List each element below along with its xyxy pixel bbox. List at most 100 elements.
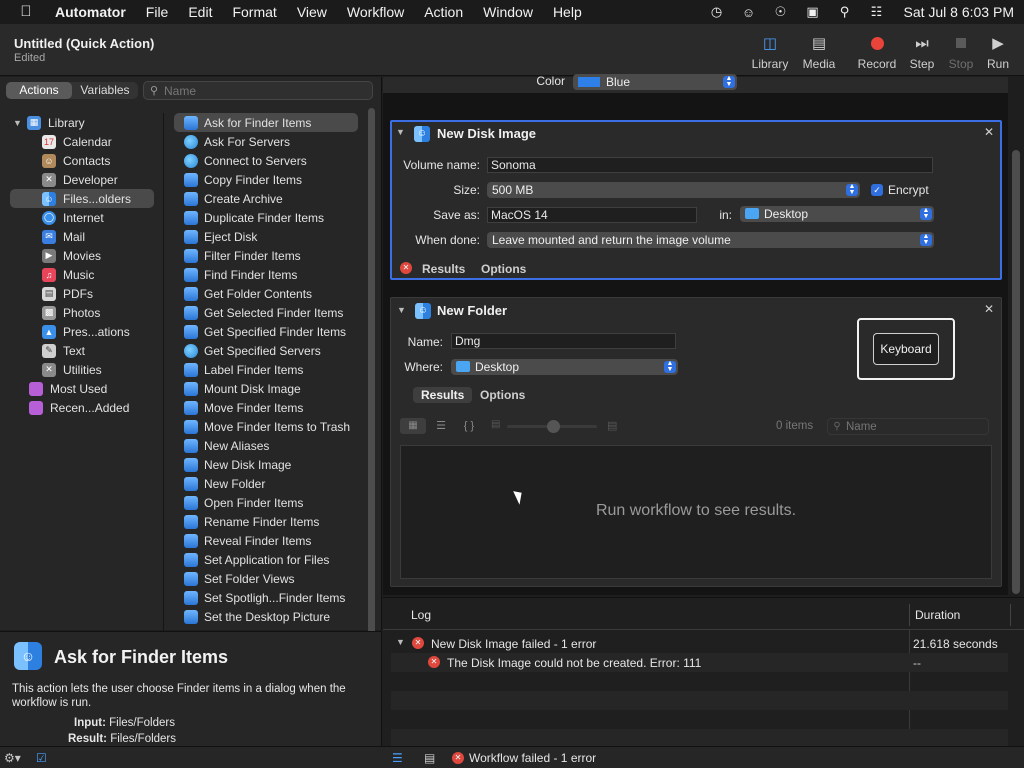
menu-format[interactable]: Format <box>222 0 286 24</box>
tree-item-internet[interactable]: ◯ Internet <box>0 208 162 227</box>
results-search-input[interactable] <box>846 420 981 433</box>
user-account-icon[interactable]: ☺ <box>739 3 757 21</box>
tree-item-contacts[interactable]: ☺ Contacts <box>0 151 162 170</box>
action-item[interactable]: Set Spotligh...Finder Items <box>174 588 358 607</box>
workflow-scrollbar[interactable] <box>1012 150 1020 594</box>
action-item[interactable]: Duplicate Finder Items <box>174 208 358 227</box>
accessibility-icon[interactable]: ☉ <box>771 3 789 21</box>
close-icon[interactable]: ✕ <box>984 125 994 139</box>
tree-item-library[interactable]: ▼ ▦ Library <box>0 113 162 132</box>
action-item[interactable]: Open Finder Items <box>174 493 358 512</box>
menu-help[interactable]: Help <box>543 0 592 24</box>
tree-item-recently-added[interactable]: Recen...Added <box>0 398 162 417</box>
library-search[interactable]: ⚲ <box>143 81 373 100</box>
folder-name-field[interactable]: Dmg <box>451 333 676 349</box>
library-search-input[interactable] <box>164 83 364 98</box>
tab-actions[interactable]: Actions <box>6 82 72 99</box>
column-divider[interactable] <box>1010 604 1011 626</box>
time-machine-icon[interactable]: ◷ <box>707 3 725 21</box>
spotlight-search-icon[interactable]: ⚲ <box>835 3 853 21</box>
action-item[interactable]: Set Application for Files <box>174 550 358 569</box>
disk-options-tab[interactable]: Options <box>481 262 526 276</box>
action-item[interactable]: New Folder <box>174 474 358 493</box>
tree-item-mail[interactable]: ✉ Mail <box>0 227 162 246</box>
folder-options-tab[interactable]: Options <box>480 388 525 402</box>
split-view-icon[interactable]: ▤ <box>424 751 435 765</box>
action-item[interactable]: Connect to Servers <box>174 151 358 170</box>
media-button[interactable]: ▤ Media <box>791 32 847 72</box>
action-item[interactable]: Get Selected Finder Items <box>174 303 358 322</box>
chevron-down-icon[interactable]: ▼ <box>397 305 406 315</box>
slider-thumb[interactable] <box>547 420 560 433</box>
action-item[interactable]: Reveal Finder Items <box>174 531 358 550</box>
size-popup[interactable]: 500 MB ▲ ▼ <box>487 182 860 198</box>
control-center-icon[interactable]: ☷ <box>867 3 885 21</box>
tree-item-developer[interactable]: ✕ Developer <box>0 170 162 189</box>
menu-app[interactable]: Automator <box>53 0 136 24</box>
menu-clock[interactable]: Sat Jul 8 6:03 PM <box>903 4 1014 20</box>
log-row-error-detail[interactable]: ✕ The Disk Image could not be created. E… <box>383 653 1024 672</box>
folder-results-tab[interactable]: Results <box>413 387 473 403</box>
apple-menu-icon[interactable]:  <box>17 3 35 21</box>
keyboard-button[interactable]: Keyboard <box>873 333 939 365</box>
action-item[interactable]: Mount Disk Image <box>174 379 358 398</box>
log-row-disk-image[interactable]: ▼ ✕ New Disk Image failed - 1 error 21.6… <box>383 634 1024 653</box>
pane-divider[interactable] <box>163 113 164 631</box>
chevron-down-icon[interactable]: ▼ <box>396 127 405 137</box>
action-item[interactable]: Ask for Finder Items <box>174 113 358 132</box>
chevron-down-icon[interactable]: ▼ <box>13 118 23 128</box>
menu-file[interactable]: File <box>136 0 179 24</box>
action-item[interactable]: Find Finder Items <box>174 265 358 284</box>
json-view-icon[interactable]: { } <box>457 418 481 434</box>
action-item[interactable]: Get Specified Finder Items <box>174 322 358 341</box>
menu-action[interactable]: Action <box>414 0 473 24</box>
action-item[interactable]: Get Folder Contents <box>174 284 358 303</box>
log-column-header[interactable]: Log <box>411 608 431 622</box>
tree-item-photos[interactable]: ▩ Photos <box>0 303 162 322</box>
menu-window[interactable]: Window <box>473 0 543 24</box>
library-button[interactable]: ◫ Library <box>742 32 798 72</box>
column-divider[interactable] <box>909 604 910 626</box>
tree-item-files-folders[interactable]: ☺ Files...olders <box>10 189 154 208</box>
action-item[interactable]: Eject Disk <box>174 227 358 246</box>
tree-item-presentations[interactable]: ▲ Pres...ations <box>0 322 162 341</box>
in-location-popup[interactable]: Desktop ▲ ▼ <box>740 206 934 222</box>
close-icon[interactable]: ✕ <box>984 302 994 316</box>
action-item[interactable]: New Aliases <box>174 436 358 455</box>
action-list-scrollbar[interactable] <box>368 108 375 712</box>
color-popup[interactable]: Blue ▲ ▼ <box>573 74 737 90</box>
menu-edit[interactable]: Edit <box>178 0 222 24</box>
description-toggle-icon[interactable]: ☑ <box>36 751 47 765</box>
list-view-icon[interactable]: ☰ <box>429 418 453 434</box>
action-item[interactable]: Create Archive <box>174 189 358 208</box>
action-item[interactable]: Get Specified Servers <box>174 341 358 360</box>
duration-column-header[interactable]: Duration <box>915 608 960 622</box>
chevron-down-icon[interactable]: ▼ <box>396 637 405 647</box>
results-search[interactable]: ⚲ <box>827 418 989 435</box>
action-item[interactable]: Rename Finder Items <box>174 512 358 531</box>
encrypt-checkbox[interactable]: ✓ <box>871 184 883 196</box>
action-item[interactable]: Move Finder Items to Trash <box>174 417 358 436</box>
tab-variables[interactable]: Variables <box>72 82 138 99</box>
tree-item-music[interactable]: ♫ Music <box>0 265 162 284</box>
volume-name-field[interactable]: Sonoma <box>487 157 933 173</box>
tree-item-calendar[interactable]: 17 Calendar <box>0 132 162 151</box>
when-done-popup[interactable]: Leave mounted and return the image volum… <box>487 232 934 248</box>
run-button[interactable]: ▶ Run <box>970 32 1024 72</box>
action-item[interactable]: Ask For Servers <box>174 132 358 151</box>
tree-item-text[interactable]: ✎ Text <box>0 341 162 360</box>
action-item[interactable]: Move Finder Items <box>174 398 358 417</box>
tree-item-movies[interactable]: ▶ Movies <box>0 246 162 265</box>
action-item[interactable]: New Disk Image <box>174 455 358 474</box>
action-menu-icon[interactable]: ⚙▾ <box>4 751 21 765</box>
tree-item-utilities[interactable]: ✕ Utilities <box>0 360 162 379</box>
menu-workflow[interactable]: Workflow <box>337 0 414 24</box>
icon-size-slider[interactable] <box>507 420 597 433</box>
where-popup[interactable]: Desktop ▲ ▼ <box>451 359 678 375</box>
icon-view-icon[interactable]: ▦ <box>400 418 426 434</box>
action-item[interactable]: Copy Finder Items <box>174 170 358 189</box>
tree-item-most-used[interactable]: Most Used <box>0 379 162 398</box>
menu-view[interactable]: View <box>287 0 337 24</box>
action-item[interactable]: Set Folder Views <box>174 569 358 588</box>
stage-manager-icon[interactable]: ▣ <box>803 3 821 21</box>
